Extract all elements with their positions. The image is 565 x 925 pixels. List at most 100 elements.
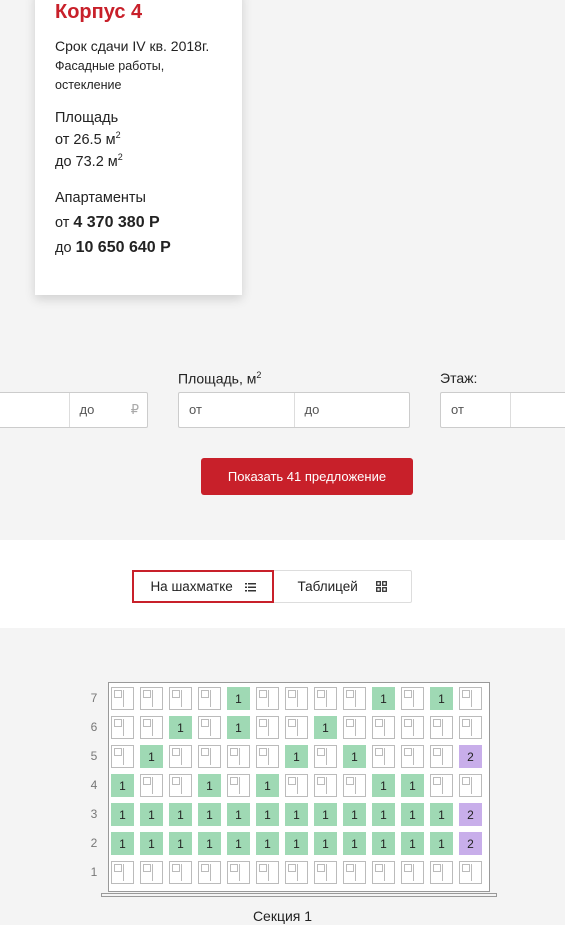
apartment-available[interactable]: 1 bbox=[343, 745, 366, 768]
wall-line bbox=[471, 864, 472, 881]
apartment-cell bbox=[430, 861, 453, 884]
apartment-cell bbox=[140, 861, 163, 884]
window-icon bbox=[172, 748, 180, 756]
wall-line bbox=[471, 719, 472, 736]
wall-line bbox=[355, 864, 356, 881]
area-from-input[interactable]: от bbox=[179, 393, 294, 427]
price-to: до 10 650 640 Р bbox=[55, 239, 171, 256]
apartment-available[interactable]: 1 bbox=[227, 687, 250, 710]
tab-chess-view[interactable]: На шахматке bbox=[132, 570, 274, 603]
apartment-cell bbox=[343, 774, 366, 797]
apartment-available[interactable]: 1 bbox=[372, 803, 395, 826]
window-icon bbox=[346, 719, 354, 727]
apartment-available[interactable]: 1 bbox=[169, 832, 192, 855]
window-icon bbox=[143, 719, 151, 727]
apartment-available[interactable]: 1 bbox=[227, 803, 250, 826]
apartment-cell bbox=[140, 687, 163, 710]
apartment-cell bbox=[401, 745, 424, 768]
apartment-available[interactable]: 1 bbox=[169, 716, 192, 739]
apartment-available[interactable]: 2 bbox=[459, 745, 482, 768]
apartment-available[interactable]: 1 bbox=[111, 803, 134, 826]
apartment-available[interactable]: 1 bbox=[401, 803, 424, 826]
area-to-input[interactable]: до bbox=[293, 393, 410, 427]
price-from-input[interactable] bbox=[0, 393, 69, 427]
apartment-cell bbox=[459, 861, 482, 884]
price-to-input[interactable]: до ₽ bbox=[68, 393, 148, 427]
window-icon bbox=[114, 719, 122, 727]
apartment-available[interactable]: 1 bbox=[430, 687, 453, 710]
window-icon bbox=[404, 748, 412, 756]
window-icon bbox=[288, 864, 296, 872]
apartment-available[interactable]: 1 bbox=[140, 832, 163, 855]
apartment-available[interactable]: 1 bbox=[314, 832, 337, 855]
window-icon bbox=[114, 748, 122, 756]
apartment-cell bbox=[111, 716, 134, 739]
apartment-available[interactable]: 1 bbox=[372, 774, 395, 797]
apartment-cell bbox=[343, 861, 366, 884]
tab-table-view[interactable]: Таблицей bbox=[273, 571, 411, 602]
wall-line bbox=[413, 748, 414, 765]
window-icon bbox=[230, 748, 238, 756]
wall-line bbox=[268, 690, 269, 707]
window-icon bbox=[259, 864, 267, 872]
apartment-available[interactable]: 1 bbox=[256, 832, 279, 855]
apartment-cell bbox=[372, 716, 395, 739]
apartment-available[interactable]: 1 bbox=[430, 832, 453, 855]
apartment-available[interactable]: 1 bbox=[401, 832, 424, 855]
apartment-available[interactable]: 1 bbox=[111, 832, 134, 855]
window-icon bbox=[375, 748, 383, 756]
apartment-available[interactable]: 1 bbox=[256, 803, 279, 826]
apartment-available[interactable]: 1 bbox=[198, 803, 221, 826]
floor-label: 3 bbox=[90, 807, 98, 821]
apartment-available[interactable]: 1 bbox=[372, 832, 395, 855]
apartment-cell bbox=[111, 687, 134, 710]
apartment-available[interactable]: 1 bbox=[314, 716, 337, 739]
window-icon bbox=[201, 864, 209, 872]
apartment-available[interactable]: 2 bbox=[459, 832, 482, 855]
window-icon bbox=[433, 777, 441, 785]
apartment-available[interactable]: 1 bbox=[372, 687, 395, 710]
apartment-available[interactable]: 1 bbox=[430, 803, 453, 826]
apartment-available[interactable]: 1 bbox=[169, 803, 192, 826]
show-offers-button[interactable]: Показать 41 предложение bbox=[201, 458, 413, 495]
wall-line bbox=[384, 864, 385, 881]
top-section: Корпус 4 Срок сдачи IV кв. 2018г. Фасадн… bbox=[0, 0, 565, 540]
apartment-available[interactable]: 1 bbox=[343, 803, 366, 826]
apartment-available[interactable]: 1 bbox=[111, 774, 134, 797]
apartment-available[interactable]: 1 bbox=[343, 832, 366, 855]
wall-line bbox=[297, 719, 298, 736]
apartment-cell bbox=[343, 687, 366, 710]
wall-line bbox=[442, 864, 443, 881]
apartment-available[interactable]: 1 bbox=[256, 774, 279, 797]
apartment-available[interactable]: 1 bbox=[285, 803, 308, 826]
window-icon bbox=[143, 690, 151, 698]
ground-line bbox=[101, 893, 497, 897]
apartment-cell bbox=[140, 774, 163, 797]
apartment-cell bbox=[169, 745, 192, 768]
apartment-available[interactable]: 1 bbox=[285, 832, 308, 855]
window-icon bbox=[143, 864, 151, 872]
window-icon bbox=[346, 864, 354, 872]
apartment-available[interactable]: 2 bbox=[459, 803, 482, 826]
works-text: Фасадные работы, bbox=[55, 59, 165, 73]
apartment-available[interactable]: 1 bbox=[227, 716, 250, 739]
apartment-available[interactable]: 1 bbox=[198, 774, 221, 797]
wall-line bbox=[123, 864, 124, 881]
apartment-available[interactable]: 1 bbox=[140, 745, 163, 768]
apartment-available[interactable]: 1 bbox=[227, 832, 250, 855]
window-icon bbox=[462, 777, 470, 785]
apartment-available[interactable]: 1 bbox=[285, 745, 308, 768]
apartment-available[interactable]: 1 bbox=[140, 803, 163, 826]
floor-from-input[interactable]: от bbox=[441, 393, 510, 427]
apartment-cell bbox=[227, 745, 250, 768]
window-icon bbox=[201, 690, 209, 698]
window-icon bbox=[288, 777, 296, 785]
apartment-cell bbox=[198, 716, 221, 739]
wall-line bbox=[239, 748, 240, 765]
area-filter-label: Площадь, м2 bbox=[178, 370, 262, 387]
wall-line bbox=[123, 690, 124, 707]
apartment-available[interactable]: 1 bbox=[198, 832, 221, 855]
apartment-available[interactable]: 1 bbox=[314, 803, 337, 826]
floor-to-input[interactable] bbox=[509, 393, 565, 427]
apartment-available[interactable]: 1 bbox=[401, 774, 424, 797]
